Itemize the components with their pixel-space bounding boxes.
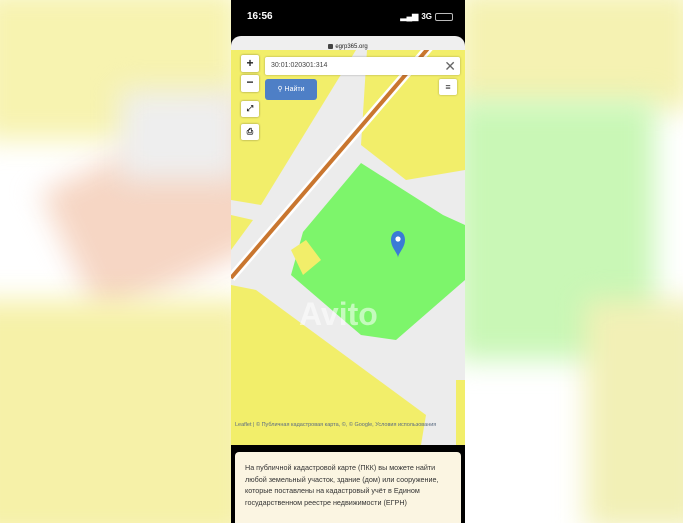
fullscreen-icon[interactable]: ⤢ [241,101,259,117]
avito-watermark: Avito [299,296,378,332]
find-button[interactable]: ⚲ Найти [265,79,317,100]
zoom-out-button[interactable]: − [241,75,259,92]
phone-screen: 16:56 ▂▄▆ 3G egrp365.org Avito + − ⤢ ⎙ 3… [231,0,465,523]
print-icon[interactable]: ⎙ [241,124,259,140]
status-time: 16:56 [247,11,273,22]
menu-icon[interactable]: ≡ [439,79,457,95]
battery-icon [435,12,453,21]
right-blurred-backdrop [465,0,683,523]
search-icon: ⚲ [277,86,283,93]
network-label: 3G [421,12,432,21]
cadastral-search-input[interactable]: 30:01:020301:314 ✕ [265,57,460,75]
signal-icon: ▂▄▆ [400,12,419,21]
status-indicators: ▂▄▆ 3G [400,12,453,21]
search-value: 30:01:020301:314 [271,62,328,69]
cadastral-map[interactable]: Avito [231,50,465,445]
close-icon[interactable]: ✕ [444,57,456,75]
info-card: На публичной кадастровой карте (ПКК) вы … [235,452,461,523]
find-button-label: Найти [284,86,305,93]
lock-icon [328,44,334,49]
map-canvas[interactable] [231,50,465,445]
info-text: На публичной кадастровой карте (ПКК) вы … [245,463,439,507]
left-blurred-backdrop [0,0,231,523]
status-bar: 16:56 ▂▄▆ 3G [231,0,465,34]
map-attribution: Leaflet | © Публичная кадастровая карта,… [235,422,437,428]
parcel-yellow-bottom-right [456,380,465,445]
zoom-in-button[interactable]: + [241,55,259,72]
